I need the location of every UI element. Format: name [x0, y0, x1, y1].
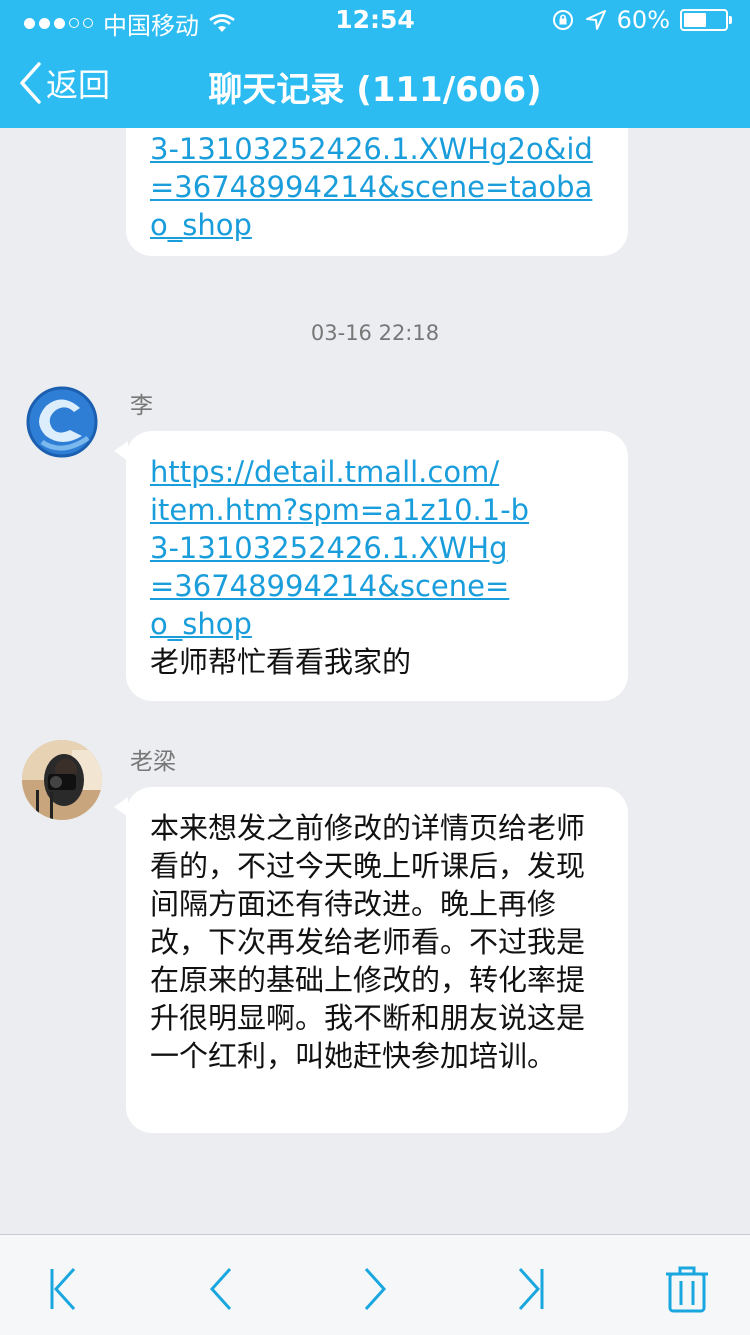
- first-page-icon: [50, 1267, 76, 1311]
- bottom-toolbar: [0, 1234, 750, 1335]
- last-page-icon: [518, 1267, 544, 1311]
- previous-button[interactable]: [198, 1265, 244, 1313]
- status-right: 60%: [551, 6, 732, 34]
- message-bubble[interactable]: 本来想发之前修改的详情页给老师看的，不过今天晚上听课后，发现间隔方面还有待改进。…: [114, 787, 628, 1133]
- avatar[interactable]: [22, 740, 102, 820]
- next-button[interactable]: [352, 1265, 398, 1313]
- orientation-lock-icon: [552, 10, 573, 30]
- message-link-line[interactable]: https://detail.tmall.com/: [150, 453, 604, 491]
- battery-icon: [680, 9, 732, 31]
- battery-level: [684, 13, 706, 27]
- message-link-line[interactable]: =36748994214&scene=taoba: [150, 168, 604, 206]
- message-bubble[interactable]: 3-13103252426.1.XWHg2o&id =36748994214&s…: [126, 128, 628, 256]
- message-text: 老师帮忙看看我家的: [150, 645, 412, 679]
- status-bar: 中国移动 12:54 60%: [0, 0, 750, 40]
- message-link-line[interactable]: o_shop: [150, 206, 604, 244]
- last-page-button[interactable]: [508, 1265, 554, 1313]
- chat-history[interactable]: 3-13103252426.1.XWHg2o&id =36748994214&s…: [0, 128, 750, 1234]
- page-title: 聊天记录 (111/606): [208, 70, 542, 110]
- next-icon: [364, 1267, 387, 1311]
- app-logo-icon: [22, 384, 102, 464]
- message-timestamp: 03-16 22:18: [310, 321, 440, 345]
- first-page-button[interactable]: [40, 1265, 86, 1313]
- battery-percent: 60%: [616, 6, 670, 34]
- trash-icon: [666, 1266, 708, 1313]
- message-link-line[interactable]: item.htm?spm=a1z10.1-b: [150, 491, 604, 529]
- bubble-tail: [114, 441, 128, 461]
- message-link-line[interactable]: =36748994214&scene=: [150, 567, 604, 605]
- previous-icon: [209, 1267, 232, 1311]
- sender-name: 李: [130, 393, 153, 419]
- navigation-bar: 返回 聊天记录 (111/606): [0, 40, 750, 128]
- message-link-line[interactable]: 3-13103252426.1.XWHg2o&id: [150, 130, 604, 168]
- avatar[interactable]: [22, 384, 102, 464]
- message-link-line[interactable]: o_shop: [150, 605, 604, 643]
- message-bubble[interactable]: https://detail.tmall.com/ item.htm?spm=a…: [114, 431, 628, 701]
- delete-button[interactable]: [664, 1265, 710, 1313]
- sender-name: 老梁: [130, 749, 176, 775]
- message-link-line[interactable]: 3-13103252426.1.XWHg: [150, 529, 604, 567]
- location-icon: [585, 10, 606, 30]
- header: 中国移动 12:54 60% 返回 聊天记录 (111/606): [0, 0, 750, 128]
- user-photo: [22, 740, 102, 820]
- message-text: 本来想发之前修改的详情页给老师看的，不过今天晚上听课后，发现间隔方面还有待改进。…: [150, 811, 586, 1073]
- bubble-tail: [114, 797, 128, 817]
